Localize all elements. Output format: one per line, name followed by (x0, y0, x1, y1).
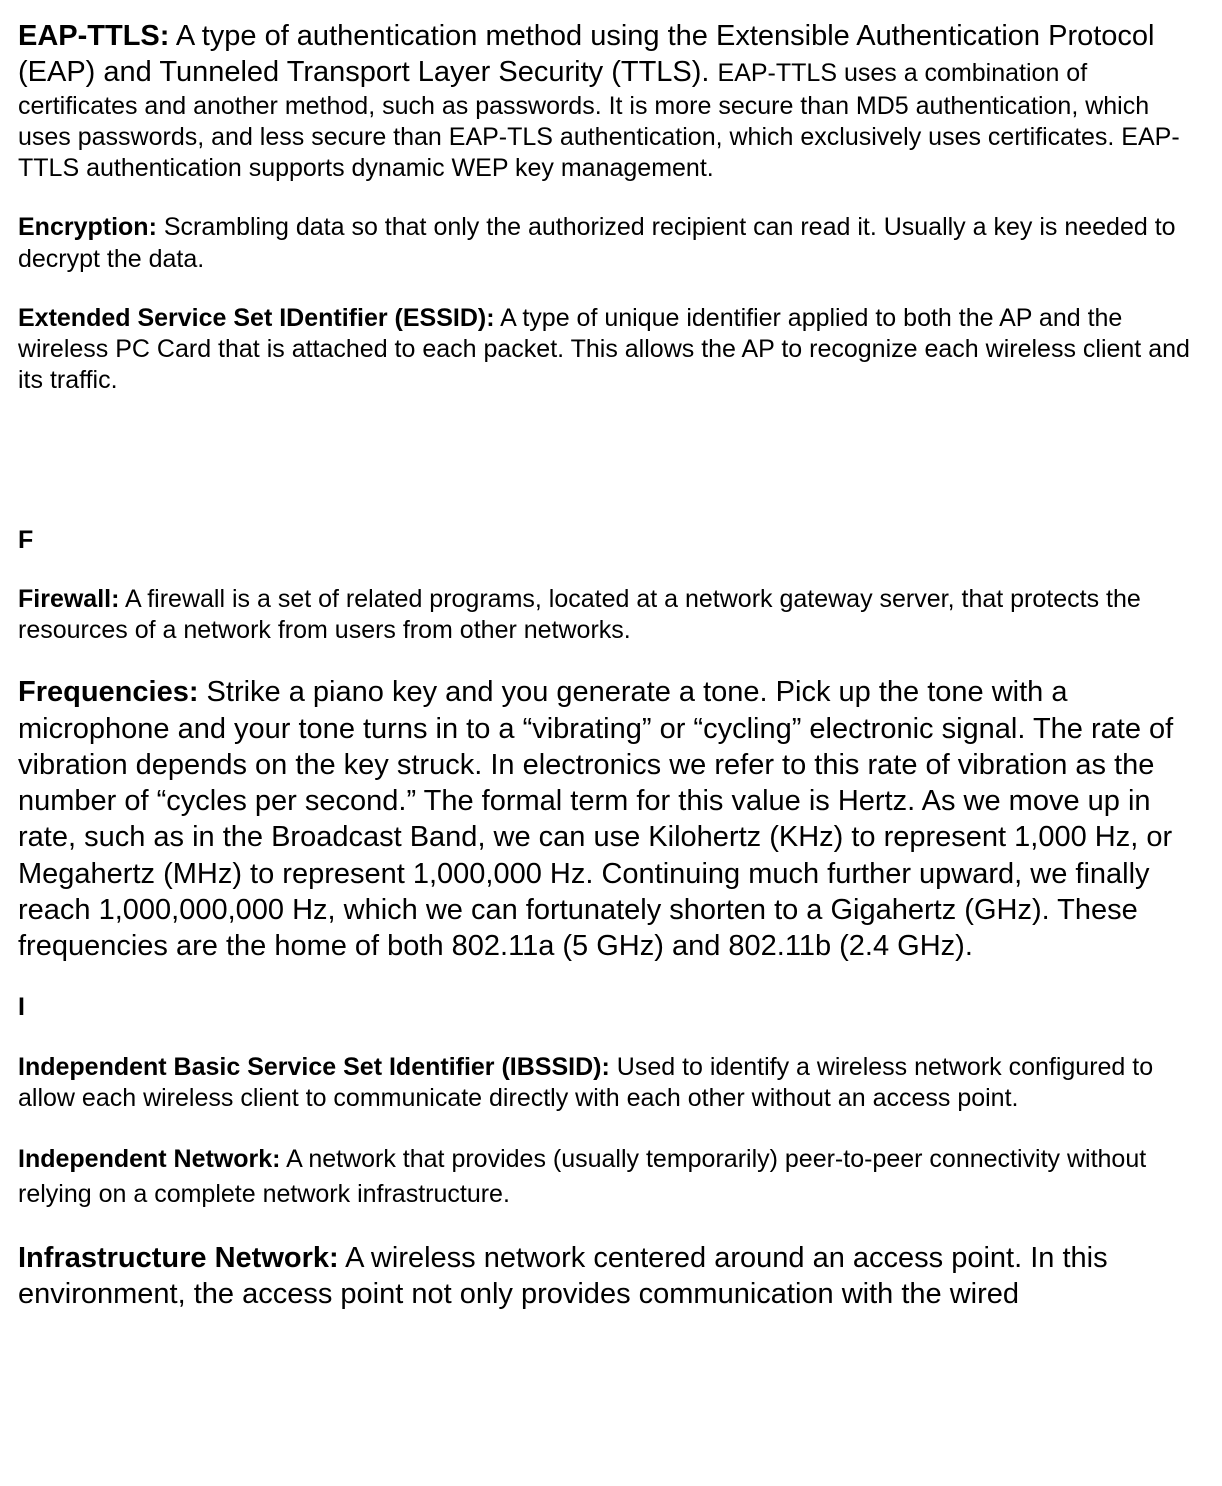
section-letter-f: F (18, 525, 1198, 556)
definition: Scrambling data so that only the authori… (18, 213, 1176, 272)
term: Extended Service Set IDentifier (ESSID): (18, 304, 495, 332)
term: Independent Network: (18, 1145, 281, 1173)
glossary-entry-infrastructure-network: Infrastructure Network: A wireless netwo… (18, 1240, 1198, 1313)
glossary-entry-ibssid: Independent Basic Service Set Identifier… (18, 1052, 1198, 1115)
term: EAP-TTLS: (18, 20, 169, 52)
term: Encryption: (18, 213, 157, 241)
glossary-entry-essid: Extended Service Set IDentifier (ESSID):… (18, 303, 1198, 397)
definition: Strike a piano key and you generate a to… (18, 676, 1173, 962)
term: Independent Basic Service Set Identifier… (18, 1053, 610, 1081)
spacer (18, 425, 1198, 475)
glossary-entry-firewall: Firewall: A firewall is a set of related… (18, 584, 1198, 647)
glossary-entry-encryption: Encryption: Scrambling data so that only… (18, 212, 1198, 275)
glossary-entry-eap-ttls: EAP-TTLS: A type of authentication metho… (18, 18, 1198, 184)
glossary-entry-frequencies: Frequencies: Strike a piano key and you … (18, 674, 1198, 964)
term: Infrastructure Network: (18, 1242, 339, 1274)
term: Frequencies: (18, 676, 199, 708)
glossary-entry-independent-network: Independent Network: A network that prov… (18, 1142, 1198, 1212)
definition: A firewall is a set of related programs,… (18, 585, 1141, 644)
section-letter-i: I (18, 992, 1198, 1023)
term: Firewall: (18, 585, 119, 613)
